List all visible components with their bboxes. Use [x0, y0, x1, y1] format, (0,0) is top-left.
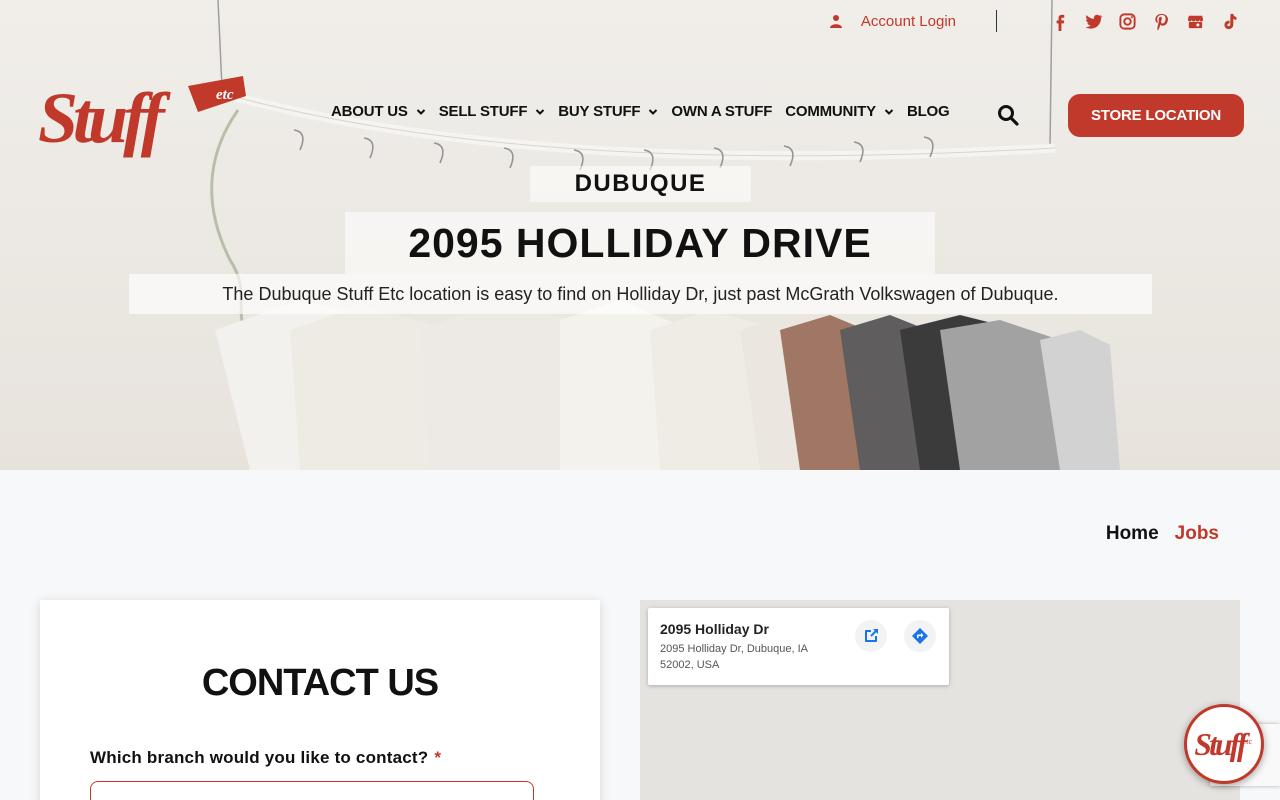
- required-mark: *: [434, 748, 442, 767]
- nav-item-buy-stuff[interactable]: BUY STUFF: [558, 103, 658, 120]
- nav-item-own-a-stuff[interactable]: OWN A STUFF: [671, 103, 772, 120]
- hero-description: The Dubuque Stuff Etc location is easy t…: [129, 274, 1152, 314]
- chevron-down-icon: [416, 108, 425, 115]
- nav-item-label: BUY STUFF: [558, 103, 641, 120]
- nav-item-about-us[interactable]: ABOUT US: [331, 103, 426, 120]
- tiktok-icon[interactable]: [1219, 11, 1240, 32]
- branch-select[interactable]: [90, 781, 534, 800]
- hero-city: DUBUQUE: [530, 166, 751, 202]
- stuff-etc-logo[interactable]: etc Stuff: [38, 68, 248, 158]
- floating-logo-suffix: etc: [1243, 737, 1253, 746]
- nav-item-label: COMMUNITY: [785, 103, 876, 120]
- branch-label: Which branch would you like to contact? *: [90, 748, 441, 768]
- instagram-icon[interactable]: [1117, 11, 1138, 32]
- nav-item-label: BLOG: [906, 103, 950, 120]
- facebook-icon[interactable]: [1049, 11, 1070, 32]
- map-place-card: 2095 Holliday Dr 2095 Holliday Dr, Dubuq…: [648, 608, 949, 685]
- chevron-down-icon: [884, 108, 894, 115]
- search-icon[interactable]: [996, 103, 1020, 127]
- logo-suffix: etc: [216, 87, 234, 103]
- google-business-icon[interactable]: [1185, 11, 1206, 32]
- user-icon: [829, 15, 842, 28]
- pinterest-icon[interactable]: [1151, 11, 1172, 32]
- map-place-address: 2095 Holliday Dr, Dubuque, IA 52002, USA: [660, 643, 808, 671]
- breadcrumb-home[interactable]: Home: [1106, 523, 1159, 545]
- nav-item-label: SELL STUFF: [438, 103, 528, 120]
- contact-form-card: CONTACT US Which branch would you like t…: [40, 600, 600, 800]
- map-place-name: 2095 Holliday Dr: [660, 621, 769, 637]
- account-login-label: Account Login: [860, 12, 956, 30]
- floating-logo-graphic: Stuff etc: [1194, 727, 1253, 762]
- branch-label-text: Which branch would you like to contact?: [90, 748, 429, 767]
- account-login-link[interactable]: Account Login: [829, 13, 956, 30]
- store-location-button[interactable]: STORE LOCATION: [1068, 94, 1244, 137]
- chevron-down-icon: [649, 108, 658, 115]
- nav-item-community[interactable]: COMMUNITY: [785, 103, 894, 120]
- nav-item-label: OWN A STUFF: [671, 103, 773, 120]
- directions-icon[interactable]: [904, 620, 936, 652]
- logo-wordmark: Stuff: [38, 78, 171, 158]
- google-map[interactable]: 2095 Holliday Dr 2095 Holliday Dr, Dubuq…: [640, 600, 1240, 800]
- twitter-icon[interactable]: [1083, 11, 1104, 32]
- top-bar: Account Login: [829, 8, 1240, 34]
- floating-chat-logo[interactable]: Stuff etc: [1184, 704, 1264, 784]
- chevron-down-icon: [536, 108, 545, 115]
- social-links: [1049, 11, 1240, 32]
- breadcrumb-current[interactable]: Jobs: [1175, 523, 1219, 545]
- main-nav: ABOUT US SELL STUFF BUY STUFF OWN A STUFF CO…: [331, 103, 950, 120]
- nav-item-sell-stuff[interactable]: SELL STUFF: [439, 103, 546, 120]
- logo-graphic: etc Stuff: [38, 76, 246, 158]
- open-in-maps-icon[interactable]: [855, 620, 887, 652]
- topbar-divider: [996, 10, 997, 32]
- contact-title: CONTACT US: [201, 662, 439, 704]
- page-title: 2095 HOLLIDAY DRIVE: [345, 212, 935, 274]
- breadcrumb: Home Jobs: [1106, 523, 1219, 545]
- nav-item-blog[interactable]: BLOG: [907, 103, 950, 120]
- nav-item-label: ABOUT US: [331, 103, 408, 120]
